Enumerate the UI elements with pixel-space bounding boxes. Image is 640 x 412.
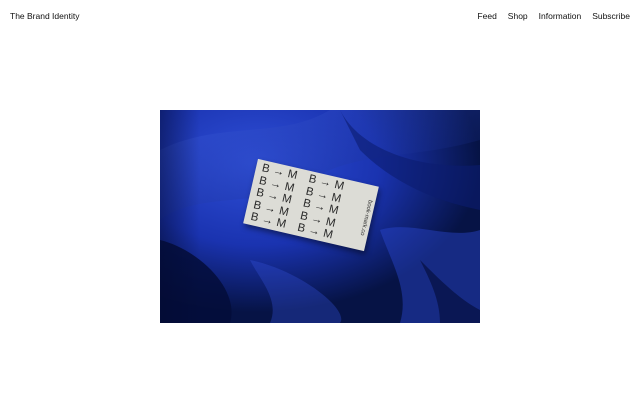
site-header: The Brand Identity Feed Shop Information… — [0, 0, 640, 32]
nav-feed-link[interactable]: Feed — [477, 10, 496, 22]
nav-shop-link[interactable]: Shop — [508, 10, 528, 22]
nav-subscribe-link[interactable]: Subscribe — [592, 10, 630, 22]
nav-information-link[interactable]: Information — [539, 10, 582, 22]
hero-image[interactable]: B → M B → M B → M B → M B → M B → M B → … — [160, 110, 480, 323]
blue-fabric-background — [160, 110, 480, 323]
main-nav: Feed Shop Information Subscribe — [477, 10, 630, 22]
brand-logo-link[interactable]: The Brand Identity — [10, 10, 79, 22]
